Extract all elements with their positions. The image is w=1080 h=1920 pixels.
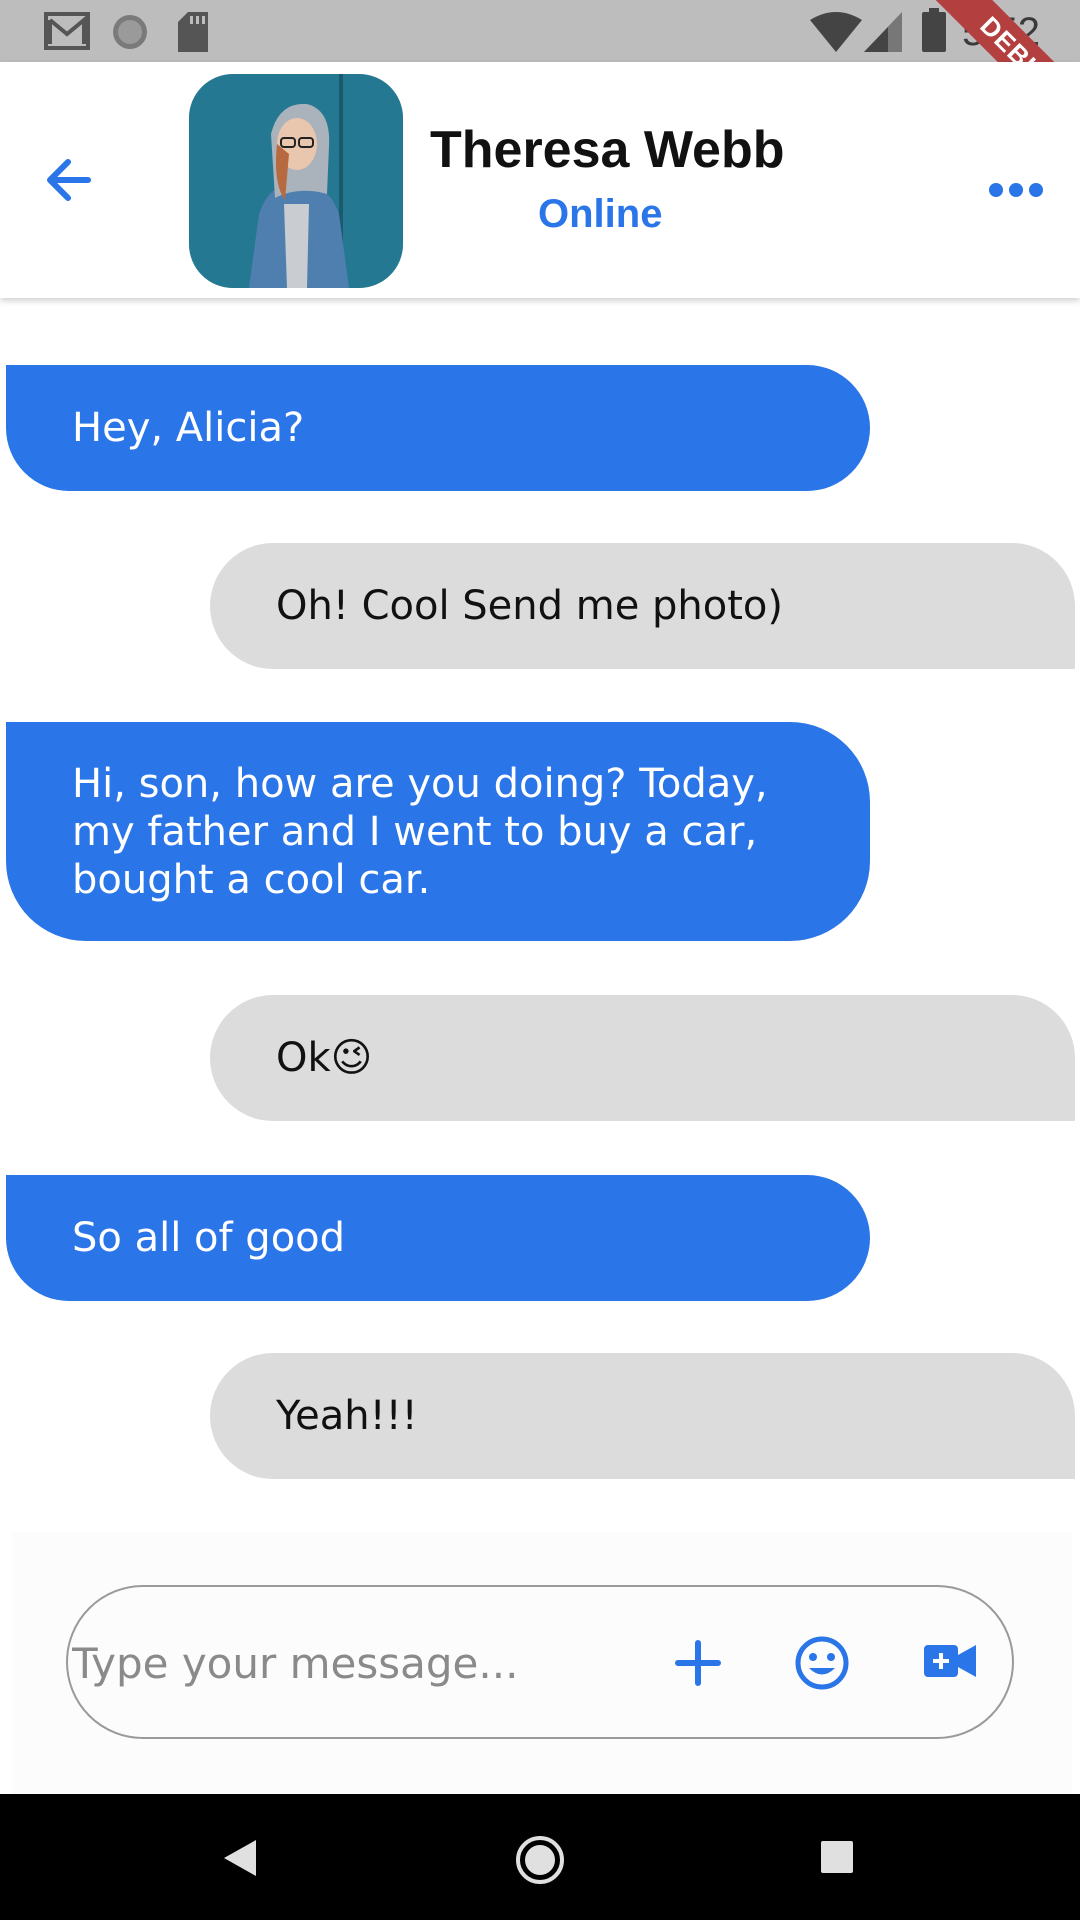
message-text: Ok😉 — [276, 1035, 373, 1081]
avatar-photo-icon — [189, 74, 403, 288]
video-call-icon[interactable] — [924, 1641, 976, 1681]
chat-header: Theresa Webb Online — [0, 62, 1080, 298]
message-bubble-outgoing[interactable]: Ok😉 — [210, 995, 1075, 1121]
signal-icon — [864, 12, 902, 52]
wifi-icon — [810, 12, 862, 52]
sd-card-icon — [178, 12, 208, 52]
home-nav-icon[interactable] — [514, 1834, 566, 1886]
message-text: Oh! Cool Send me photo) — [276, 583, 784, 629]
contact-name: Theresa Webb — [430, 121, 785, 179]
arrow-back-icon[interactable] — [40, 148, 104, 212]
message-bubble-outgoing[interactable]: Yeah!!! — [210, 1353, 1075, 1479]
contact-status: Online — [538, 192, 663, 236]
add-icon[interactable] — [674, 1639, 722, 1687]
message-text: Hey, Alicia? — [72, 405, 305, 451]
message-bubble-outgoing[interactable]: Oh! Cool Send me photo) — [210, 543, 1075, 669]
message-text: So all of good — [72, 1215, 346, 1261]
message-list: Hey, Alicia? Oh! Cool Send me photo) Hi,… — [0, 298, 1080, 1532]
message-text: Yeah!!! — [276, 1393, 418, 1439]
more-horiz-icon[interactable] — [988, 170, 1044, 210]
message-composer — [66, 1585, 1014, 1739]
back-nav-icon[interactable] — [222, 1838, 258, 1878]
message-input[interactable] — [70, 1627, 634, 1699]
message-bubble-incoming[interactable]: So all of good — [6, 1175, 870, 1301]
message-bubble-incoming[interactable]: Hi, son, how are you doing? Today, my fa… — [6, 722, 870, 941]
battery-icon — [922, 8, 946, 52]
emoji-icon[interactable] — [794, 1635, 850, 1691]
message-text: Hi, son, how are you doing? Today, my fa… — [72, 760, 768, 903]
message-bubble-incoming[interactable]: Hey, Alicia? — [6, 365, 870, 491]
gmail-icon — [44, 12, 90, 50]
status-bar: 5:52 — [0, 0, 1080, 62]
contact-avatar[interactable] — [189, 74, 403, 288]
navigation-bar — [0, 1794, 1080, 1920]
recents-nav-icon[interactable] — [820, 1840, 854, 1874]
sync-icon — [113, 15, 147, 49]
